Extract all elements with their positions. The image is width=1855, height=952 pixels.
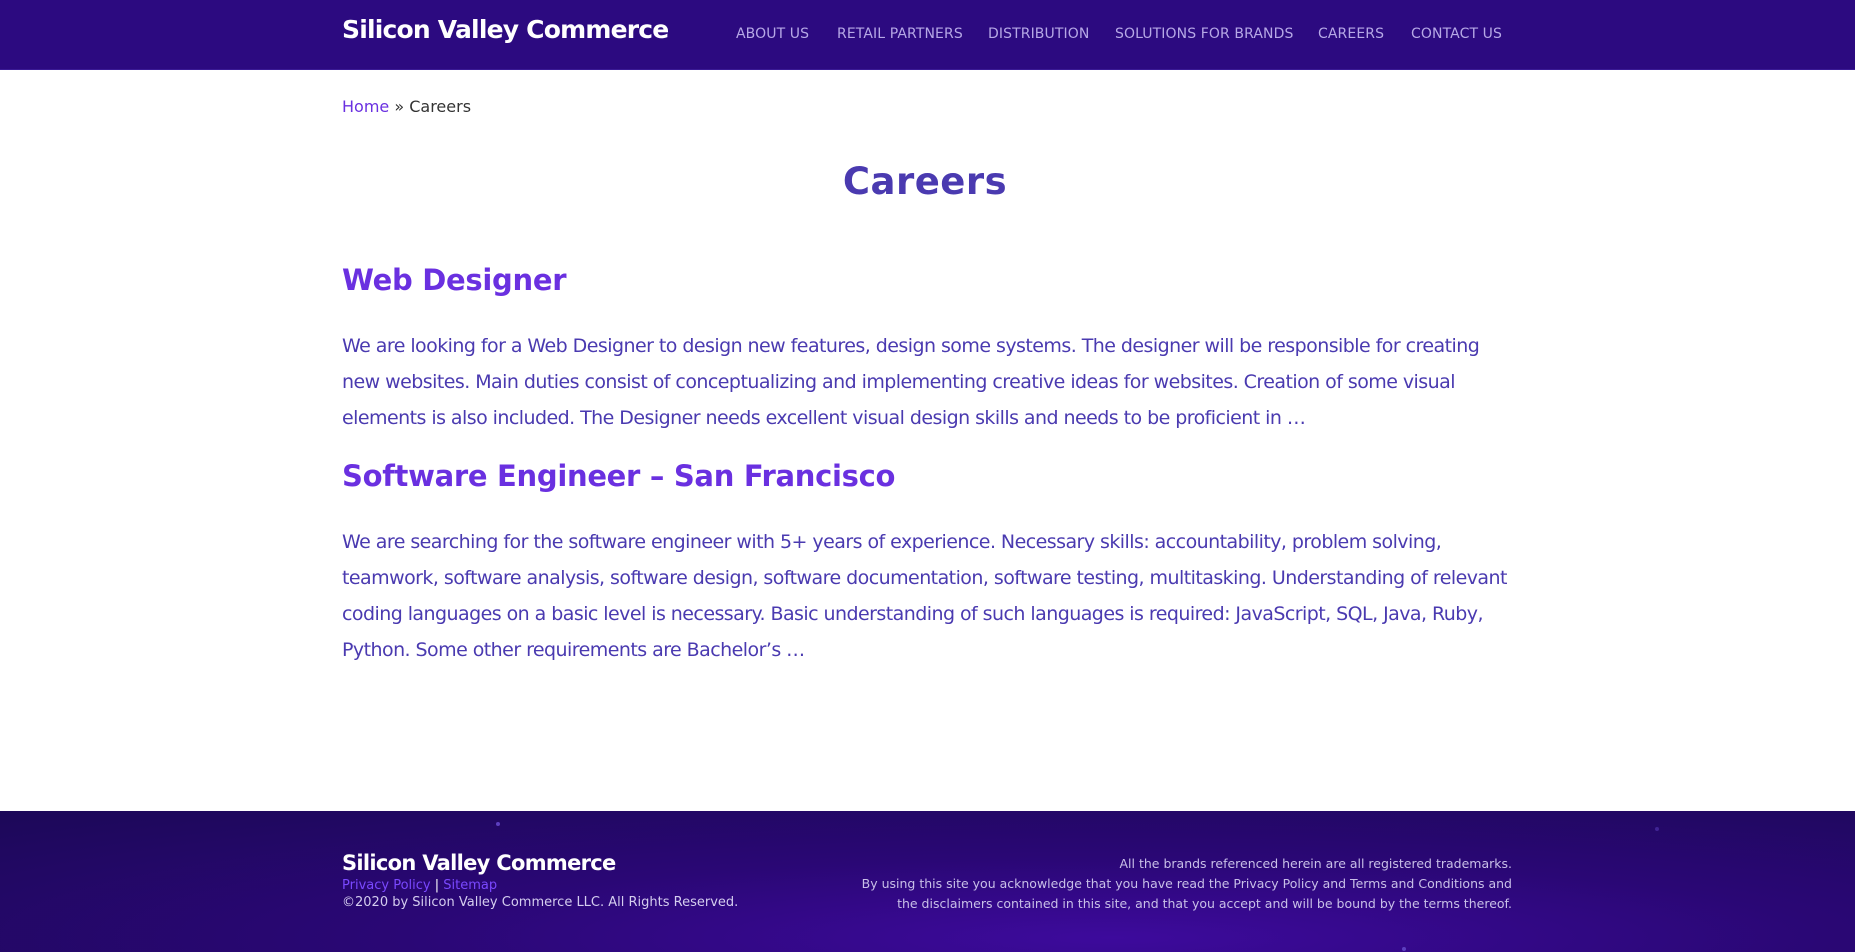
legal-notice-line: All the brands referenced herein are all… — [1119, 856, 1513, 871]
breadcrumb-home-link[interactable]: Home — [342, 97, 389, 116]
main-nav: ABOUT US RETAIL PARTNERS DISTRIBUTION SO… — [0, 26, 1855, 46]
breadcrumb: Home » Careers — [342, 97, 471, 116]
job-description-software-engineer: We are searching for the software engine… — [342, 531, 1507, 661]
breadcrumb-separator: » — [389, 97, 410, 116]
decorative-star — [1655, 827, 1659, 831]
legal-notice-line: the disclaimers contained in this site, … — [897, 896, 1512, 911]
sitemap-link[interactable]: Sitemap — [443, 878, 497, 893]
nav-item-solutions-for-brands[interactable]: SOLUTIONS FOR BRANDS — [1115, 26, 1294, 42]
breadcrumb-current: Careers — [409, 97, 472, 116]
legal-notice: All the brands referenced herein are all… — [812, 854, 1512, 914]
copyright-text: ©2020 by Silicon Valley Commerce LLC. Al… — [342, 895, 739, 910]
nav-item-about-us[interactable]: ABOUT US — [736, 26, 809, 42]
legal-notice-line: By using this site you acknowledge that … — [861, 876, 1512, 891]
footer-link-separator: | — [430, 878, 444, 893]
site-footer: Silicon Valley Commerce Privacy Policy |… — [0, 811, 1855, 952]
privacy-policy-link[interactable]: Privacy Policy — [342, 878, 431, 893]
nav-item-distribution[interactable]: DISTRIBUTION — [988, 26, 1089, 42]
job-description-web-designer: We are looking for a Web Designer to des… — [342, 335, 1480, 429]
job-title-software-engineer[interactable]: Software Engineer – San Francisco — [342, 459, 895, 493]
nav-item-retail-partners[interactable]: RETAIL PARTNERS — [837, 26, 963, 42]
page-title: Careers — [842, 160, 1008, 203]
footer-links: Privacy Policy | Sitemap — [342, 878, 497, 893]
footer-logo: Silicon Valley Commerce — [342, 851, 616, 875]
decorative-star — [1402, 947, 1406, 951]
site-header: Silicon Valley Commerce ABOUT US RETAIL … — [0, 0, 1855, 70]
decorative-star — [496, 822, 500, 826]
nav-item-careers[interactable]: CAREERS — [1318, 26, 1384, 42]
job-title-web-designer[interactable]: Web Designer — [342, 263, 567, 297]
nav-item-contact-us[interactable]: CONTACT US — [1411, 26, 1502, 42]
